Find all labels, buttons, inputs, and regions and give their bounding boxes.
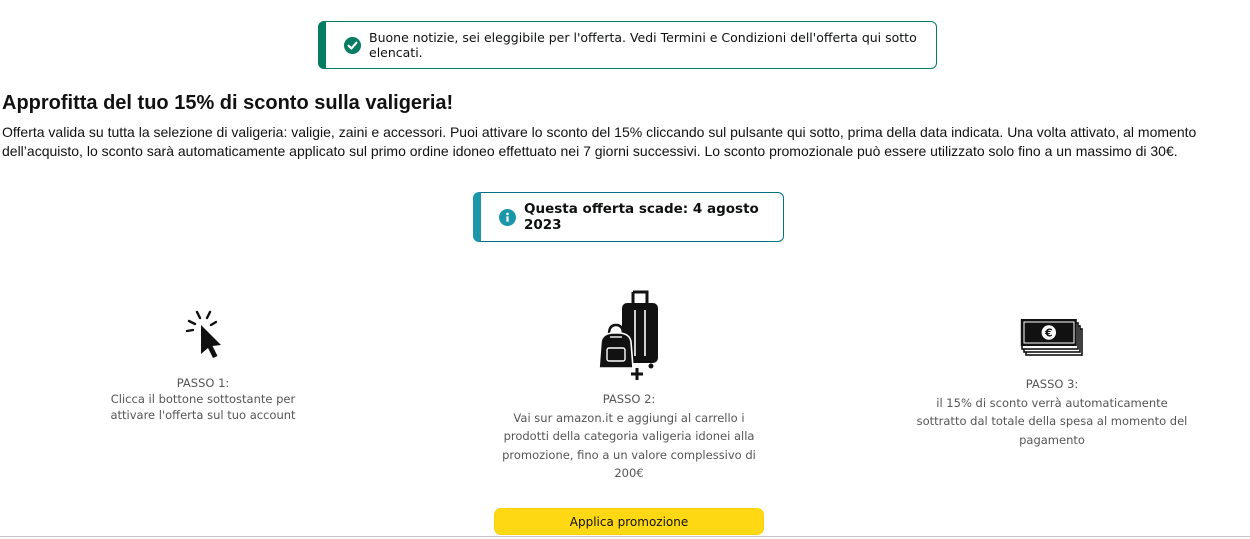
divider [0,536,1250,537]
eligibility-alert: Buone notizie, sei eleggibile per l'offe… [318,21,937,69]
step-3: PASSO 3: il 15% di sconto verrà automati… [912,375,1192,449]
apply-promotion-button[interactable]: Applica promozione [494,508,764,535]
step-3-text: il 15% di sconto verrà automaticamente s… [916,395,1188,447]
alert-message: Buone notizie, sei eleggibile per l'offe… [369,30,917,60]
step-2-icon-wrap [596,290,664,382]
step-1-title: PASSO 1: [176,376,230,390]
expiry-notice: Questa offerta scade: 4 agosto 2023 [473,192,784,242]
offer-description: Offerta valida su tutta la selezione di … [2,124,1197,159]
check-circle-icon [344,36,361,54]
expiry-text: Questa offerta scade: 4 agosto 2023 [524,201,759,233]
svg-text:€: € [1044,327,1053,340]
step-3-title: PASSO 3: [1025,377,1079,391]
banknotes-icon: € [1020,319,1083,356]
step-2: PASSO 2: Vai sur amazon.it e aggiungi al… [489,390,769,483]
step-1-icon-wrap [183,309,227,363]
step-1-text: Clicca il bottone sottostante per attiva… [110,392,296,422]
step-3-icon-wrap: € [1020,318,1084,358]
luggage-icon [598,290,658,380]
step-2-text: Vai sur amazon.it e aggiungi al carrello… [502,410,756,481]
step-1: PASSO 1: Clicca il bottone sottostante p… [108,375,298,423]
info-icon [499,208,516,226]
step-2-title: PASSO 2: [602,392,656,406]
offer-title: Approfitta del tuo 15% di sconto sulla v… [2,92,454,114]
cursor-click-icon [185,310,221,358]
